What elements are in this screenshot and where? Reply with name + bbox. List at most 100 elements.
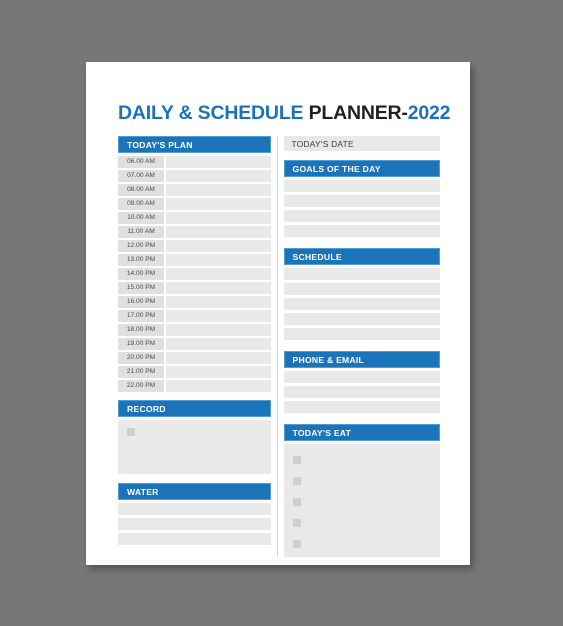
time-row[interactable]: 07.00 AM <box>118 170 271 182</box>
checkbox-square[interactable] <box>292 540 301 548</box>
water-row[interactable] <box>118 518 271 530</box>
section-header-water: WATER <box>118 483 271 500</box>
goals-row[interactable] <box>283 195 440 207</box>
time-entry-field[interactable] <box>166 324 271 336</box>
time-entry-field[interactable] <box>166 240 271 252</box>
page-title-year: 2022 <box>407 102 451 124</box>
goals-row[interactable] <box>283 210 440 222</box>
section-header-goals-of-the-day: GOALS OF THE DAY <box>283 160 440 177</box>
phone-email-list <box>283 371 440 413</box>
phone-email-row[interactable] <box>283 371 440 383</box>
planner-sheet: DAILY & SCHEDULE PLANNER-2022 TODAY'S PL… <box>86 62 470 565</box>
time-row[interactable]: 13.00 PM <box>118 254 271 266</box>
time-row[interactable]: 15.00 PM <box>118 282 271 294</box>
time-label: 13.00 PM <box>118 254 164 266</box>
time-row[interactable]: 08.00 AM <box>118 184 271 196</box>
time-entry-field[interactable] <box>166 198 271 210</box>
time-row[interactable]: 19.00 PM <box>118 338 271 350</box>
phone-email-row[interactable] <box>283 386 440 398</box>
time-label: 06.00 AM <box>118 156 164 168</box>
schedule-row[interactable] <box>283 298 440 310</box>
time-label: 07.00 AM <box>118 170 164 182</box>
time-entry-field[interactable] <box>166 184 271 196</box>
time-row[interactable]: 14.00 PM <box>118 268 271 280</box>
record-panel[interactable] <box>118 420 271 474</box>
section-header-todays-date[interactable]: TODAY'S DATE <box>283 136 440 151</box>
time-label: 17.00 PM <box>118 310 164 322</box>
time-entry-field[interactable] <box>166 296 271 308</box>
time-entry-field[interactable] <box>166 282 271 294</box>
time-label: 11.00 AM <box>118 226 164 238</box>
section-header-todays-eat: TODAY'S EAT <box>283 424 440 441</box>
time-label: 19.00 PM <box>118 338 164 350</box>
time-row[interactable]: 09.00 AM <box>118 198 271 210</box>
section-header-schedule: SCHEDULE <box>283 248 440 265</box>
checkbox-square[interactable] <box>292 456 301 464</box>
time-entry-field[interactable] <box>166 254 271 266</box>
time-label: 21.00 PM <box>118 366 164 378</box>
time-entry-field[interactable] <box>166 170 271 182</box>
time-entry-field[interactable] <box>166 268 271 280</box>
schedule-row[interactable] <box>283 268 440 280</box>
time-entry-field[interactable] <box>166 352 271 364</box>
time-label: 10.00 AM <box>118 212 164 224</box>
time-row[interactable]: 18.00 PM <box>118 324 271 336</box>
checkbox-square[interactable] <box>127 428 135 436</box>
checkbox-square[interactable] <box>292 477 301 485</box>
page-title-primary: DAILY & SCHEDULE <box>118 102 309 124</box>
time-label: 09.00 AM <box>118 198 164 210</box>
section-header-todays-plan: TODAY'S PLAN <box>118 136 271 153</box>
section-header-phone-email: PHONE & EMAIL <box>283 351 440 368</box>
checkbox-square[interactable] <box>292 519 301 527</box>
page-title: DAILY & SCHEDULE PLANNER-2022 <box>118 102 451 125</box>
time-label: 20.00 PM <box>118 352 164 364</box>
water-row[interactable] <box>118 503 271 515</box>
checkbox-square[interactable] <box>292 498 301 506</box>
planner-columns: TODAY'S PLAN 06.00 AM 07.00 AM 08.00 AM … <box>118 136 440 557</box>
time-row[interactable]: 06.00 AM <box>118 156 271 168</box>
goals-row[interactable] <box>283 225 440 237</box>
time-label: 22.00 PM <box>118 380 164 392</box>
time-row[interactable]: 12.00 PM <box>118 240 271 252</box>
phone-email-row[interactable] <box>283 401 440 413</box>
section-header-record: RECORD <box>118 400 271 417</box>
time-label: 08.00 AM <box>118 184 164 196</box>
page-title-secondary: PLANNER- <box>308 102 408 124</box>
goals-list <box>283 180 440 237</box>
time-label: 12.00 PM <box>118 240 164 252</box>
time-row[interactable]: 17.00 PM <box>118 310 271 322</box>
time-label: 16.00 PM <box>118 296 164 308</box>
time-entry-field[interactable] <box>166 212 271 224</box>
time-row[interactable]: 21.00 PM <box>118 366 271 378</box>
eat-checkbox-list <box>292 456 440 548</box>
time-row[interactable]: 16.00 PM <box>118 296 271 308</box>
right-column: TODAY'S DATE GOALS OF THE DAY SCHEDULE P… <box>283 136 440 557</box>
water-list <box>118 503 271 545</box>
time-row[interactable]: 10.00 AM <box>118 212 271 224</box>
time-entry-field[interactable] <box>166 366 271 378</box>
time-entry-field[interactable] <box>166 338 271 350</box>
schedule-row[interactable] <box>283 283 440 295</box>
todays-plan-list: 06.00 AM 07.00 AM 08.00 AM 09.00 AM 10.0… <box>118 156 271 392</box>
time-entry-field[interactable] <box>166 226 271 238</box>
goals-row[interactable] <box>283 180 440 192</box>
column-divider <box>276 136 278 557</box>
time-entry-field[interactable] <box>166 156 271 168</box>
water-row[interactable] <box>118 533 271 545</box>
time-label: 14.00 PM <box>118 268 164 280</box>
time-row[interactable]: 11.00 AM <box>118 226 271 238</box>
todays-eat-panel[interactable] <box>283 444 440 557</box>
schedule-row[interactable] <box>283 313 440 325</box>
time-entry-field[interactable] <box>166 380 271 392</box>
time-label: 18.00 PM <box>118 324 164 336</box>
time-row[interactable]: 20.00 PM <box>118 352 271 364</box>
schedule-row[interactable] <box>283 328 440 340</box>
left-column: TODAY'S PLAN 06.00 AM 07.00 AM 08.00 AM … <box>118 136 271 557</box>
time-row[interactable]: 22.00 PM <box>118 380 271 392</box>
schedule-list <box>283 268 440 340</box>
time-label: 15.00 PM <box>118 282 164 294</box>
time-entry-field[interactable] <box>166 310 271 322</box>
